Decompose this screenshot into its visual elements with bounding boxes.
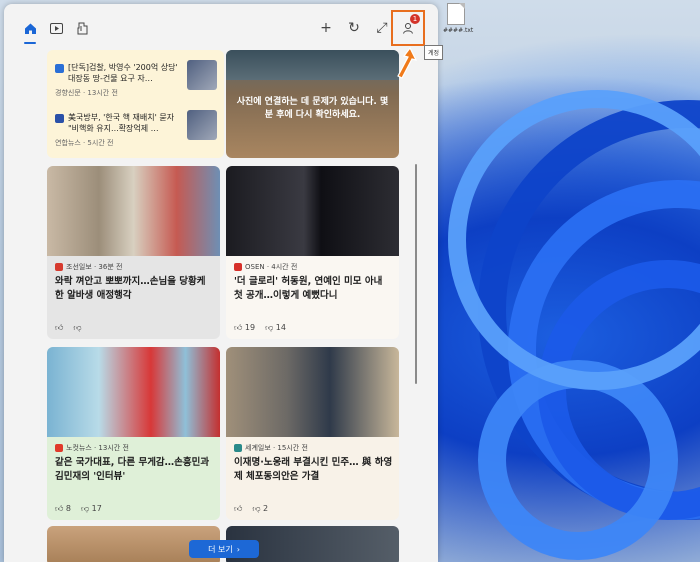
source-text: 세계일보 · 15시간 전 [245,444,308,452]
like-button[interactable]: 👍︎ [55,323,63,333]
like-button[interactable]: 👍︎ [234,504,242,514]
publisher-icon [55,444,63,452]
headline: 같은 국가대표, 다른 무게감…손흥민과 김민재의 '인터뷰' [55,457,210,482]
thumbnail [187,110,217,140]
widgets-panel: + ↻ ⤢ [단독]검찰, 박영수 '200억 상당' 대장동 땅-건물 요구 … [4,4,438,562]
news-card[interactable]: OSEN · 4시간 전 '더 글로리' 허동원, 연예인 미모 아내 첫 공개… [226,166,399,339]
chevron-right-icon: › [236,544,240,554]
source-text: 노컷뉴스 · 13시간 전 [66,444,129,452]
news-card[interactable]: 세계일보 · 15시간 전 이재명·노웅래 부결시킨 민주… 與 하영제 체포동… [226,347,399,520]
news-image [47,347,220,437]
add-widget-button[interactable]: + [316,18,336,38]
home-tab[interactable] [20,18,40,44]
headline: [단독]검찰, 박영수 '200억 상당' 대장동 땅-건물 요구 자… [68,63,178,83]
source-text: 조선일보 · 36분 전 [66,263,123,271]
top-stories-card: [단독]검찰, 박영수 '200억 상당' 대장동 땅-건물 요구 자… 경향신… [47,50,224,158]
refresh-button[interactable]: ↻ [344,18,364,38]
dislike-button[interactable]: 👎︎ [73,323,81,333]
news-image [47,166,220,256]
dislike-button[interactable]: 👎︎ 14 [265,323,286,333]
photo-error-message: 사진에 연결하는 데 문제가 있습니다. 몇 분 후에 다시 확인하세요. [236,97,389,120]
like-button[interactable]: 👍︎ 8 [55,504,71,514]
headline: 이재명·노웅래 부결시킨 민주… 與 하영제 체포동의안은 가결 [234,457,393,482]
publisher-icon [234,263,242,271]
dislike-button[interactable]: 👎︎ 17 [81,504,102,514]
home-icon [24,23,36,34]
news-image [226,347,399,437]
widgets-toolbar: + ↻ ⤢ [4,4,438,50]
headline: 와락 껴안고 뽀뽀까지…손님을 당황케 한 알바생 애정행각 [55,276,206,301]
sports-tab[interactable] [72,18,92,38]
news-card[interactable]: 노컷뉴스 · 13시간 전 같은 국가대표, 다른 무게감…손흥민과 김민재의 … [47,347,220,520]
news-image [226,166,399,256]
like-button[interactable]: 👍︎ 19 [234,323,255,333]
notification-badge: 1 [410,14,420,24]
scrollbar[interactable] [415,164,417,384]
publisher-icon [55,263,63,271]
expand-icon: ⤢ [376,20,388,36]
publisher-icon [55,114,64,123]
desktop-file-label: ####.txt [443,27,474,34]
see-more-button[interactable]: 더 보기 › [189,540,259,558]
video-icon [49,22,63,34]
news-card[interactable]: 조선일보 · 36분 전 와락 껴안고 뽀뽀까지…손님을 당황케 한 알바생 애… [47,166,220,339]
source-text: 경향신문 · 13시간 전 [55,89,118,97]
desktop-file-icon[interactable]: ####.txt [443,3,474,34]
expand-button[interactable]: ⤢ [372,18,392,38]
source-text: OSEN · 4시간 전 [245,263,298,271]
plus-icon: + [320,20,332,36]
arrow-annotation-icon [397,46,418,79]
photo-background [226,50,399,80]
dislike-button[interactable]: 👎︎ 2 [252,504,268,514]
refresh-icon: ↻ [348,20,360,36]
thumbnail [187,60,217,90]
person-icon [403,23,413,34]
publisher-icon [234,444,242,452]
profile-button[interactable]: 1 [391,10,425,46]
wallpaper-bloom [438,60,700,562]
headline: 美국방부, '한국 핵 재배치' 묻자 "비핵화 유지...확장억제 … [68,113,175,133]
publisher-icon [55,64,64,73]
source-text: 연합뉴스 · 5시간 전 [55,139,114,147]
photo-card[interactable]: 사진에 연결하는 데 문제가 있습니다. 몇 분 후에 다시 확인하세요. [226,50,399,158]
list-item[interactable]: 美국방부, '한국 핵 재배치' 묻자 "비핵화 유지...확장억제 … 연합뉴… [55,102,220,147]
news-feed: [단독]검찰, 박영수 '200억 상당' 대장동 땅-건물 요구 자… 경향신… [4,50,438,562]
video-tab[interactable] [46,18,66,38]
list-item[interactable]: [단독]검찰, 박영수 '200억 상당' 대장동 땅-건물 요구 자… 경향신… [55,52,220,97]
headline: '더 글로리' 허동원, 연예인 미모 아내 첫 공개…이렇게 예뻤다니 [234,276,383,301]
file-icon [447,3,465,25]
sports-icon [77,22,87,34]
tooltip: 계정 [424,45,444,60]
